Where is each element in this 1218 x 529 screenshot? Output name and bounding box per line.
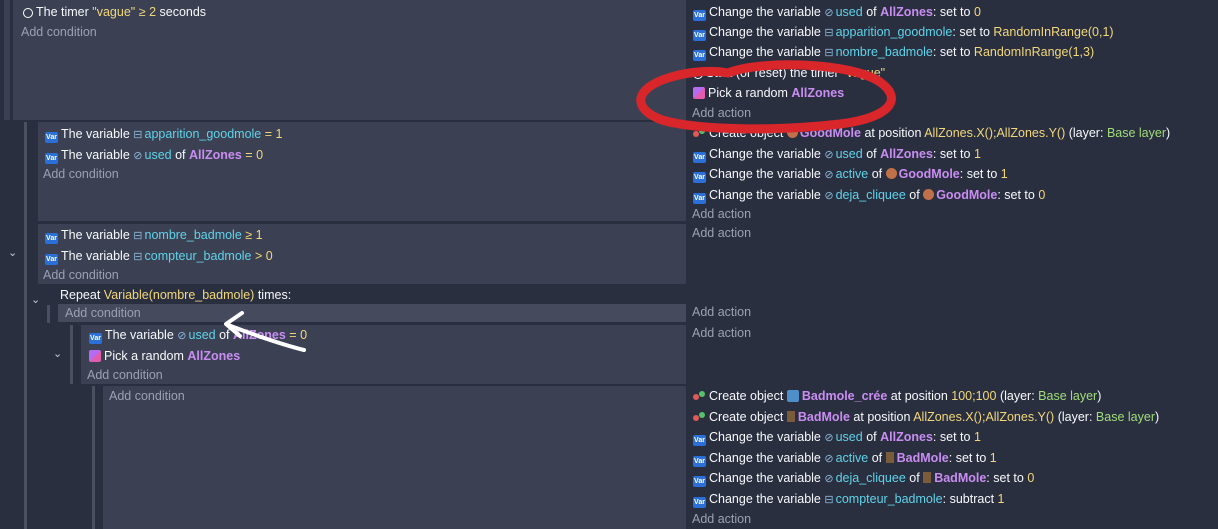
add-action-button[interactable]: Add action [692,223,751,243]
scene-variable-icon: ⊟ [133,251,143,263]
variable-icon: Var [45,132,58,143]
object-variable-icon: ⊘ [177,330,187,342]
create-object-icon [693,390,706,402]
goodmole-icon [786,127,798,138]
add-action-button[interactable]: Add action [692,103,751,123]
goodmole-icon [885,168,897,179]
create-object-icon [693,411,706,423]
add-action-button[interactable]: Add action [692,204,751,224]
collapse-chevron-icon[interactable]: ⌄ [53,347,62,360]
event-3-condition-1[interactable]: Var The variable ⊟ nombre_badmole ≥ 1 [45,225,263,245]
variable-icon: Var [45,153,58,164]
event-2-condition-1[interactable]: Var The variable ⊟ apparition_goodmole = 1 [45,124,283,144]
action-row[interactable]: Var Change the variable ⊟ nombre_badmole: … [693,42,1094,62]
add-condition-button[interactable]: Add condition [43,265,119,285]
add-condition-button[interactable]: Add condition [65,303,141,323]
timer-icon [693,69,703,79]
sub-event-1-condition[interactable]: Var The variable ⊘ used of AllZones = 0 [89,325,307,345]
action-row[interactable]: Create object GoodMole at position AllZo… [693,123,1170,143]
action-row[interactable]: Var Change the variable ⊟ compteur_badmole… [693,489,1004,509]
event-indent-line [70,325,73,384]
add-condition-button[interactable]: Add condition [109,386,185,406]
object-variable-icon: ⊘ [824,453,834,465]
event-indent-line [92,386,95,529]
add-condition-button[interactable]: Add condition [87,365,163,385]
variable-icon: Var [693,456,706,467]
badmole-icon [885,452,894,463]
object-variable-icon: ⊘ [824,149,834,161]
repeat-header[interactable]: Repeat Variable(nombre_badmole) times: [60,285,291,305]
add-action-button[interactable]: Add action [692,323,751,343]
variable-icon: Var [693,50,706,61]
action-row[interactable]: Var Change the variable ⊘ deja_cliquee of … [693,185,1045,205]
action-row[interactable]: Var Change the variable ⊘ used of AllZones… [693,2,981,22]
badmole-cree-icon [786,390,799,402]
event-indent-line [24,122,27,529]
variable-icon: Var [693,30,706,41]
add-action-button[interactable]: Add action [692,509,751,529]
goodmole-icon [923,189,935,200]
variable-icon: Var [693,152,706,163]
timer-icon [23,8,33,18]
variable-icon: Var [693,172,706,183]
variable-icon: Var [693,435,706,446]
badmole-icon [923,472,932,483]
collapse-chevron-icon[interactable]: ⌄ [31,293,40,306]
variable-icon: Var [693,193,706,204]
object-variable-icon: ⊘ [824,7,834,19]
variable-icon: Var [89,333,102,344]
badmole-icon [786,411,795,422]
object-variable-icon: ⊘ [824,432,834,444]
object-variable-icon: ⊘ [824,169,834,181]
scene-variable-icon: ⊟ [133,230,143,242]
variable-icon: Var [45,233,58,244]
action-row[interactable]: Var Change the variable ⊘ active of BadMol… [693,448,997,468]
event-1-condition-timer[interactable]: The timer "vague" ≥ 2 seconds [23,2,206,22]
action-row[interactable]: Create object Badmole_crée at position 1… [693,386,1101,406]
action-row[interactable]: Pick a random AllZones [693,83,844,103]
scene-variable-icon: ⊟ [824,47,834,59]
event-indent-line [47,305,50,323]
object-variable-icon: ⊘ [824,190,834,202]
action-row[interactable]: Var Change the variable ⊘ deja_cliquee of … [693,468,1034,488]
event-2-condition-2[interactable]: Var The variable ⊘ used of AllZones = 0 [45,145,263,165]
action-row[interactable]: Var Change the variable ⊘ used of AllZones… [693,144,981,164]
action-row[interactable]: Var Change the variable ⊘ active of GoodMo… [693,164,1008,184]
variable-icon: Var [693,476,706,487]
action-row[interactable]: Start (or reset) the timer "vague" [693,63,885,83]
add-condition-button[interactable]: Add condition [43,164,119,184]
action-row[interactable]: Create object BadMole at position AllZon… [693,407,1159,427]
sub-event-1-pick[interactable]: Pick a random AllZones [89,346,240,366]
event-3-condition-2[interactable]: Var The variable ⊟ compteur_badmole > 0 [45,246,273,266]
object-variable-icon: ⊘ [824,473,834,485]
scene-variable-icon: ⊟ [824,27,834,39]
scene-variable-icon: ⊟ [824,494,834,506]
create-object-icon [693,127,706,139]
add-action-button[interactable]: Add action [692,302,751,322]
variable-icon: Var [45,254,58,265]
event-indent-line [4,0,10,120]
variable-icon: Var [693,10,706,21]
collapse-chevron-icon[interactable]: ⌄ [8,246,17,259]
sub-event-2-conditions[interactable] [103,386,686,529]
pick-random-icon [89,350,101,362]
action-row[interactable]: Var Change the variable ⊘ used of AllZones… [693,427,981,447]
scene-variable-icon: ⊟ [133,129,143,141]
add-condition-button[interactable]: Add condition [21,22,97,42]
variable-icon: Var [693,497,706,508]
repeat-conditions[interactable] [58,304,686,322]
object-variable-icon: ⊘ [133,150,143,162]
action-row[interactable]: Var Change the variable ⊟ apparition_goodm… [693,22,1114,42]
pick-random-icon [693,87,705,99]
